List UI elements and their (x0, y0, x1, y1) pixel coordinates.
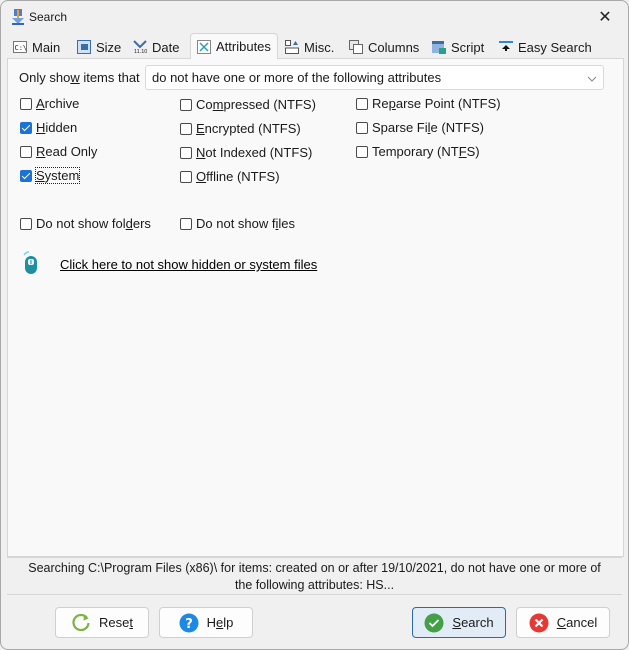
offline-checkbox[interactable]: Offline (NTFS) (180, 169, 280, 184)
checkbox-box (20, 145, 32, 158)
checkbox-box (20, 169, 32, 182)
checkbox-box (180, 98, 192, 111)
tab-size[interactable]: Size (73, 36, 125, 58)
chevron-down-icon (587, 71, 597, 82)
system-checkbox[interactable]: System (20, 167, 81, 184)
hide-hidden-system-files-link[interactable]: Click here to not show hidden or system … (60, 257, 317, 272)
search-button[interactable]: Search (412, 607, 506, 638)
tab-label: Date (152, 39, 180, 55)
filter-label: Only show items that (19, 70, 140, 85)
sparse-file-checkbox[interactable]: Sparse File (NTFS) (356, 120, 484, 135)
date-icon: 11.10 (133, 40, 147, 55)
attribute-mode-select[interactable]: do not have one or more of the following… (145, 65, 604, 90)
status-line-2: the following attributes: HS... (234, 578, 395, 592)
tab-label: Main (32, 39, 61, 55)
checkbox-box (180, 170, 192, 183)
checkbox-label: System (34, 167, 81, 184)
attributes-icon (197, 39, 211, 54)
svg-text:C:\: C:\ (15, 44, 28, 52)
compressed-checkbox[interactable]: Compressed (NTFS) (180, 97, 316, 112)
checkbox-box (180, 122, 192, 135)
checkbox-box (20, 217, 32, 230)
status-line-1: Searching C:\Program Files (x86)\ for it… (28, 561, 601, 575)
tab-strip: C:\ Main Size 11.10 Date Attributes Misc… (7, 33, 622, 59)
tab-attributes[interactable]: Attributes (190, 33, 278, 59)
encrypted-checkbox[interactable]: Encrypted (NTFS) (180, 121, 301, 136)
tab-label: Misc. (304, 39, 335, 55)
tab-easy-search[interactable]: Easy Search (495, 36, 596, 58)
tab-label: Columns (368, 39, 420, 55)
svg-text:?: ? (185, 617, 193, 632)
temporary-checkbox[interactable]: Temporary (NTFS) (356, 144, 480, 159)
checkbox-label: Do not show files (196, 216, 296, 231)
tab-columns[interactable]: Columns (345, 36, 423, 58)
tab-label: Attributes (216, 39, 271, 54)
tab-misc[interactable]: Misc. (281, 36, 338, 58)
checkbox-box (356, 97, 368, 110)
checkbox-label: Reparse Point (NTFS) (372, 96, 501, 111)
svg-text:11.10: 11.10 (134, 49, 147, 54)
attributes-panel: Only show items that do not have one or … (7, 58, 624, 557)
columns-icon (349, 40, 363, 54)
search-label: Search (452, 615, 494, 630)
cancel-label: Cancel (556, 615, 598, 630)
search-dialog: Search ✕ C:\ Main Size 11.10 Date Attrib… (0, 0, 629, 650)
reparse-point-checkbox[interactable]: Reparse Point (NTFS) (356, 96, 501, 111)
script-icon (432, 40, 446, 54)
mouse-click-icon (22, 251, 40, 278)
help-button[interactable]: ? Help (159, 607, 253, 638)
checkbox-label: Archive (36, 96, 80, 111)
checkbox-label: Do not show folders (36, 216, 151, 231)
size-icon (77, 40, 91, 54)
misc-icon (285, 40, 299, 54)
checkbox-label: Temporary (NTFS) (372, 144, 480, 159)
tab-label: Easy Search (518, 39, 592, 55)
checkbox-label: Encrypted (NTFS) (196, 121, 301, 136)
hide-hidden-system-link-row: Click here to not show hidden or system … (22, 251, 317, 278)
help-label: Help (206, 615, 234, 630)
checkbox-box (356, 145, 368, 158)
tab-date[interactable]: 11.10 Date (129, 36, 183, 58)
checkbox-label: Read Only (36, 144, 98, 159)
do-not-show-files-checkbox[interactable]: Do not show files (180, 216, 295, 231)
tab-label: Script (451, 39, 485, 55)
tab-script[interactable]: Script (428, 36, 488, 58)
close-icon: ✕ (598, 9, 612, 26)
cancel-button[interactable]: Cancel (516, 607, 610, 638)
do-not-show-folders-checkbox[interactable]: Do not show folders (20, 216, 151, 231)
tab-main[interactable]: C:\ Main (9, 36, 64, 58)
checkbox-box (20, 97, 32, 110)
drive-path-icon: C:\ (13, 40, 27, 54)
checkbox-label: Hidden (36, 120, 78, 135)
checkbox-box (20, 121, 32, 134)
easy-search-icon (499, 40, 513, 54)
checkbox-box (180, 146, 192, 159)
checkbox-label: Not Indexed (NTFS) (196, 145, 313, 160)
attribute-mode-value: do not have one or more of the following… (152, 70, 442, 85)
checkbox-box (180, 217, 192, 230)
search-app-icon (11, 9, 25, 25)
checkbox-label: Compressed (NTFS) (196, 97, 316, 112)
search-summary-status: Searching C:\Program Files (x86)\ for it… (7, 557, 622, 595)
read-only-checkbox[interactable]: Read Only (20, 144, 97, 159)
checkmark-icon (424, 613, 444, 633)
reset-icon (71, 613, 91, 633)
reset-label: Reset (99, 615, 133, 630)
checkbox-box (356, 121, 368, 134)
help-icon: ? (179, 613, 199, 633)
title-bar: Search ✕ (1, 1, 628, 33)
tab-label: Size (96, 39, 122, 55)
not-indexed-checkbox[interactable]: Not Indexed (NTFS) (180, 145, 312, 160)
reset-button[interactable]: Reset (55, 607, 149, 638)
close-button[interactable]: ✕ (590, 5, 620, 29)
hidden-checkbox[interactable]: Hidden (20, 120, 77, 135)
cancel-icon (529, 613, 549, 633)
window-title: Search (29, 10, 68, 24)
checkbox-label: Sparse File (NTFS) (372, 120, 484, 135)
archive-checkbox[interactable]: Archive (20, 96, 79, 111)
checkbox-label: Offline (NTFS) (196, 169, 280, 184)
